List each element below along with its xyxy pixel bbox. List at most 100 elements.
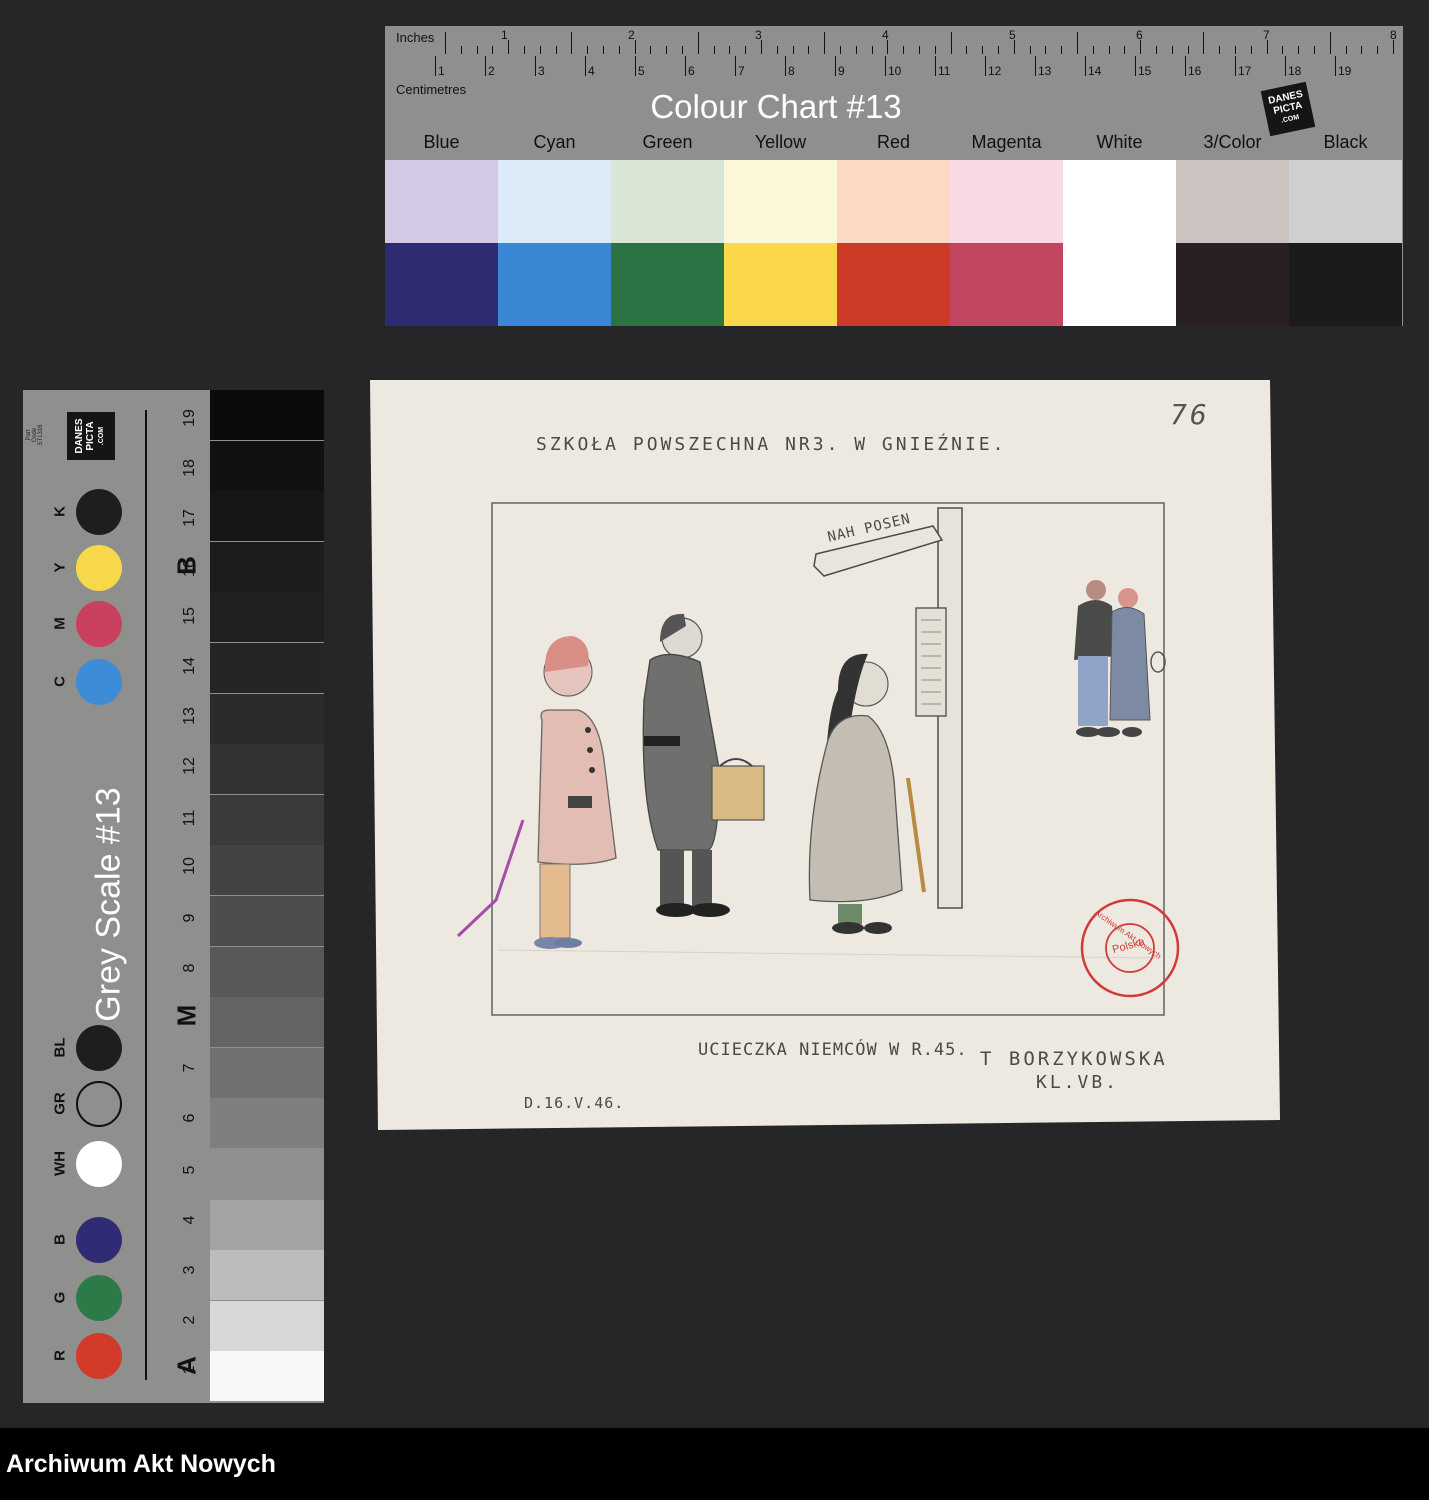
inch-tick [1393,40,1394,54]
inch-tick [539,46,541,54]
inch-tick [792,46,794,54]
footer-bar: Archiwum Akt Nowych [0,1428,1429,1500]
cm-tick [535,56,536,76]
cm-tick [885,56,886,76]
inch-tick [445,32,446,54]
scale-marker: M [171,1004,202,1027]
drawing-artwork [370,380,1280,1130]
logo-line: .COM [98,426,105,446]
colour-dot [76,489,122,535]
step-number: 2 [181,1315,198,1325]
part-code: Part Code ST1316 [26,423,44,447]
dark-swatch [1176,243,1289,326]
cm-tick [1135,56,1136,76]
cm-number: 9 [838,64,845,78]
inch-tick [950,32,952,54]
cm-number: 8 [788,64,795,78]
page-number: 76 [1170,398,1210,431]
cm-number: 17 [1238,64,1252,78]
dark-swatch [1063,243,1176,326]
inch-tick [1235,46,1236,54]
colour-dot [76,545,122,591]
light-swatch [1176,160,1289,243]
inch-tick [808,46,810,54]
grey-step [210,946,324,997]
inch-tick [492,46,494,54]
cm-number: 16 [1188,64,1202,78]
step-number: 9 [181,913,198,923]
cm-tick [685,56,686,76]
step-number: 8 [181,963,198,973]
inch-tick [1187,46,1189,54]
light-swatch [385,160,498,243]
cm-number: 6 [688,64,695,78]
cm-number: 1 [438,64,445,78]
step-number: 18 [181,459,198,477]
step-number: 13 [181,707,198,725]
step-number: 7 [181,1063,198,1073]
colour-chart: 1 2 3 4 5 6 7 8 1 2 3 4 5 6 7 8 9 10 11 12 13 14 15 16 17 18 19 In… [385,26,1403,326]
inch-tick [1156,46,1157,54]
patch-label: Red [876,132,911,152]
inch-number: 5 [1009,28,1016,42]
cm-tick [1335,56,1336,76]
grey-step [210,693,324,744]
inch-tick [1108,46,1110,54]
inches-label: Inches [396,30,435,45]
inch-tick [887,40,889,54]
inch-tick [871,46,873,54]
inch-tick [1314,46,1315,54]
cm-tick [835,56,836,76]
dark-swatch [385,243,498,326]
inch-tick [840,46,841,54]
inch-tick [1377,46,1379,54]
school-heading: SZKOŁA POWSZECHNA NR3. W GNIEŹNIE. [536,434,1007,455]
cm-number: 19 [1338,64,1352,78]
cm-number: 14 [1088,64,1102,78]
scale-marker: A [171,1356,202,1375]
part-code-value: ST1316 [38,424,44,446]
grey-step [210,541,324,592]
inch-tick [1061,46,1063,54]
drawing-date: D.16.V.46. [524,1094,625,1112]
patch-label: Green [642,132,693,152]
dot-label: M [51,617,69,630]
colour-chart-title: Colour Chart #13 [650,88,902,125]
step-number: 4 [181,1215,198,1225]
patch-label: Yellow [754,132,807,152]
grey-step [210,1149,324,1199]
dot-label: G [51,1291,69,1304]
cm-tick [1285,56,1286,76]
cm-number: 13 [1038,64,1052,78]
step-number: 17 [181,509,198,527]
light-swatch [837,160,950,243]
inch-tick [824,32,826,54]
logo-line: DANES [74,418,85,454]
grey-step [210,643,324,693]
cm-tick [935,56,936,76]
inch-tick [982,46,984,54]
logo-line: PICTA [85,421,96,451]
childrens-drawing: SZKOŁA POWSZECHNA NR3. W GNIEŹNIE. 76 NA… [368,380,1280,1130]
grey-step [210,491,324,542]
grey-step [210,1250,324,1301]
colour-dot [76,1025,122,1071]
dark-swatch [611,243,724,326]
inch-tick [1219,46,1221,54]
cm-tick [1185,56,1186,76]
patch-label: Magenta [971,132,1042,152]
patch-label: Blue [423,132,460,152]
inch-tick [1345,46,1347,54]
inch-tick [476,46,478,54]
cm-number: 10 [888,64,902,78]
dark-swatch [1289,243,1402,326]
inch-number: 1 [501,28,508,42]
dark-swatch [837,243,950,326]
colour-dot [76,1333,122,1379]
cm-number: 12 [988,64,1002,78]
inch-tick [1140,40,1142,54]
grey-step [210,592,324,643]
inch-tick [1250,46,1252,54]
inch-tick [761,40,762,54]
grey-scale: Part Code ST1316 DANES PICTA .COM Grey S… [23,390,324,1403]
